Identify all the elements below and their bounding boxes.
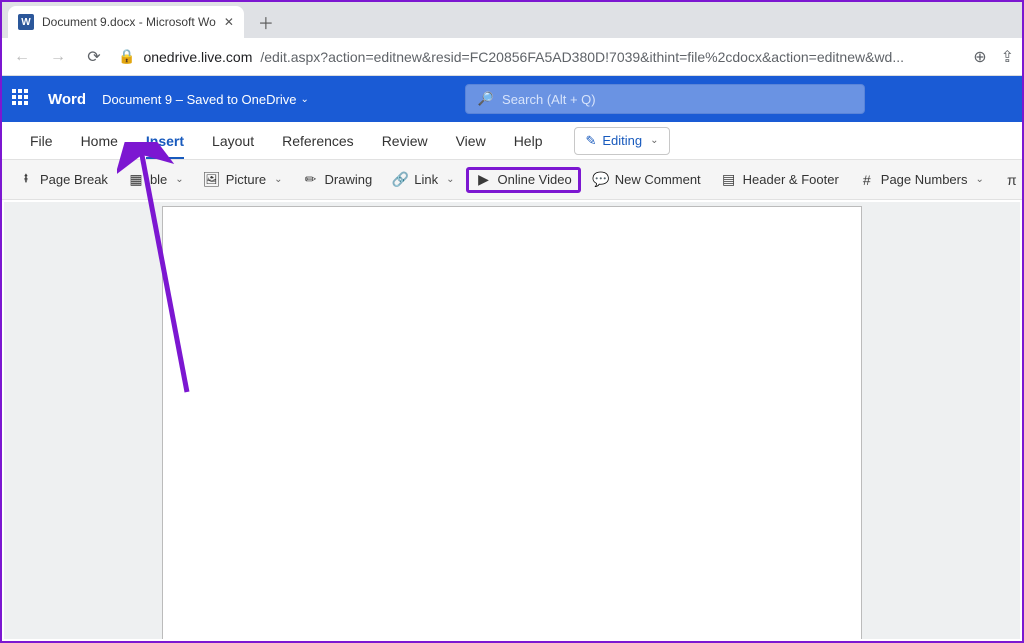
tab-file[interactable]: File	[16, 122, 67, 159]
search-input[interactable]: 🔎 Search (Alt + Q)	[465, 84, 865, 114]
url-host: onedrive.live.com	[143, 49, 252, 65]
forward-button[interactable]: →	[46, 45, 70, 69]
url-field[interactable]: 🔒 onedrive.live.com /edit.aspx?action=ed…	[118, 48, 961, 65]
pencil-icon: ✎	[585, 133, 596, 149]
header-footer-icon: ▤	[721, 172, 737, 188]
tab-review[interactable]: Review	[368, 122, 442, 159]
tab-help[interactable]: Help	[500, 122, 557, 159]
new-tab-button[interactable]: ＋	[252, 8, 280, 36]
online-video-button[interactable]: ▶ Online Video	[466, 167, 580, 193]
tab-references[interactable]: References	[268, 122, 368, 159]
search-placeholder: Search (Alt + Q)	[502, 92, 596, 107]
new-comment-button[interactable]: 💬 New Comment	[585, 168, 709, 192]
comment-icon: 💬	[593, 172, 609, 188]
equation-button[interactable]: π Equation	[996, 168, 1022, 192]
chevron-down-icon: ⌄	[650, 135, 658, 146]
ribbon-toolbar: ⭻ Page Break ▦ ble ⌄ 🖼 Picture ⌄ ✏ Drawi…	[2, 160, 1022, 200]
editing-label: Editing	[602, 133, 642, 148]
tab-view[interactable]: View	[442, 122, 500, 159]
link-button[interactable]: 🔗 Link ⌄	[384, 168, 462, 192]
lock-icon: 🔒	[118, 48, 135, 65]
doc-status-label: Document 9 – Saved to OneDrive	[102, 92, 296, 107]
header-footer-button[interactable]: ▤ Header & Footer	[713, 168, 847, 192]
zoom-icon[interactable]: ⊕	[973, 47, 986, 67]
reload-button[interactable]: ⟳	[82, 45, 106, 69]
back-button[interactable]: ←	[10, 45, 34, 69]
page-numbers-icon: #	[859, 172, 875, 188]
url-path: /edit.aspx?action=editnew&resid=FC20856F…	[260, 49, 904, 65]
word-header-bar: Word Document 9 – Saved to OneDrive ⌄ 🔎 …	[2, 76, 1022, 122]
page-numbers-button[interactable]: # Page Numbers ⌄	[851, 168, 992, 192]
search-icon: 🔎	[478, 91, 494, 107]
tab-home[interactable]: Home	[67, 122, 132, 159]
app-name: Word	[48, 91, 86, 108]
picture-button[interactable]: 🖼 Picture ⌄	[196, 168, 291, 192]
word-favicon-icon: W	[18, 14, 34, 30]
drawing-button[interactable]: ✏ Drawing	[295, 168, 381, 192]
drawing-icon: ✏	[303, 172, 319, 188]
app-launcher-icon[interactable]	[12, 89, 32, 109]
tab-title: Document 9.docx - Microsoft Wo	[42, 15, 216, 29]
menu-tabs: File Home Insert Layout References Revie…	[2, 122, 1022, 160]
tab-layout[interactable]: Layout	[198, 122, 268, 159]
picture-icon: 🖼	[204, 172, 220, 188]
table-button[interactable]: ▦ ble ⌄	[120, 168, 192, 192]
table-icon: ▦	[128, 172, 144, 188]
chevron-down-icon: ⌄	[175, 174, 183, 185]
document-name-button[interactable]: Document 9 – Saved to OneDrive ⌄	[102, 92, 309, 107]
document-canvas-area	[4, 202, 1020, 639]
editing-mode-button[interactable]: ✎ Editing ⌄	[574, 127, 669, 155]
page-break-icon: ⭻	[18, 172, 34, 188]
chevron-down-icon: ⌄	[976, 174, 984, 185]
document-page[interactable]	[162, 206, 862, 639]
chevron-down-icon: ⌄	[300, 94, 308, 105]
link-icon: 🔗	[392, 172, 408, 188]
close-tab-icon[interactable]: ✕	[224, 15, 234, 29]
browser-address-bar: ← → ⟳ 🔒 onedrive.live.com /edit.aspx?act…	[2, 38, 1022, 76]
page-break-button[interactable]: ⭻ Page Break	[10, 168, 116, 192]
tab-insert[interactable]: Insert	[132, 122, 198, 159]
share-icon[interactable]: ⇪	[1001, 47, 1014, 67]
chevron-down-icon: ⌄	[274, 174, 282, 185]
chevron-down-icon: ⌄	[446, 174, 454, 185]
equation-icon: π	[1004, 172, 1020, 188]
browser-tab[interactable]: W Document 9.docx - Microsoft Wo ✕	[8, 6, 244, 38]
video-icon: ▶	[475, 172, 491, 188]
browser-tab-strip: W Document 9.docx - Microsoft Wo ✕ ＋	[2, 2, 1022, 38]
